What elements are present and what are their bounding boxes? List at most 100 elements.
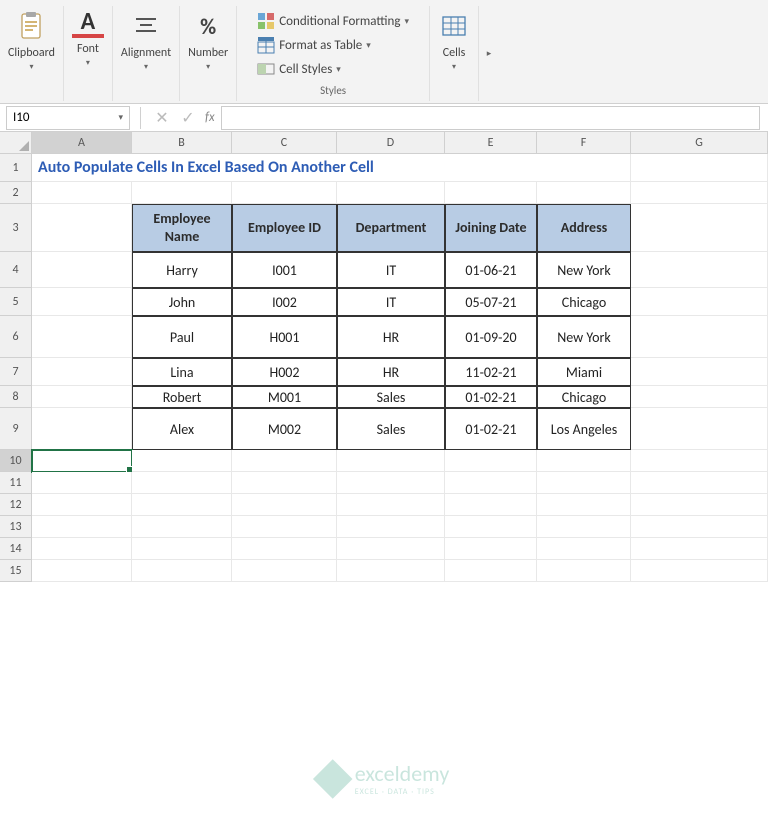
col-header-e[interactable]: E <box>445 132 537 154</box>
table-cell[interactable]: M001 <box>232 386 337 408</box>
col-header-b[interactable]: B <box>132 132 232 154</box>
row-header-8[interactable]: 8 <box>0 386 32 408</box>
row-header-11[interactable]: 11 <box>0 472 32 494</box>
cell[interactable] <box>232 472 337 494</box>
row-header-3[interactable]: 3 <box>0 204 32 252</box>
row-header-4[interactable]: 4 <box>0 252 32 288</box>
accept-formula-button[interactable]: ✓ <box>179 108 197 128</box>
col-header-g[interactable]: G <box>631 132 768 154</box>
table-cell[interactable]: New York <box>537 252 631 288</box>
cell[interactable] <box>32 252 132 288</box>
table-cell[interactable]: 01-09-20 <box>445 316 537 358</box>
cancel-formula-button[interactable]: ✕ <box>153 108 171 128</box>
col-header-f[interactable]: F <box>537 132 631 154</box>
table-cell[interactable]: H001 <box>232 316 337 358</box>
cell[interactable] <box>32 538 132 560</box>
table-cell[interactable]: H002 <box>232 358 337 386</box>
table-cell[interactable]: John <box>132 288 232 316</box>
table-cell[interactable]: Chicago <box>537 288 631 316</box>
cell[interactable] <box>232 560 337 582</box>
table-cell[interactable]: Los Angeles <box>537 408 631 450</box>
cell[interactable] <box>537 516 631 538</box>
cell[interactable] <box>631 358 768 386</box>
table-cell[interactable]: 01-06-21 <box>445 252 537 288</box>
table-cell[interactable]: 01-02-21 <box>445 408 537 450</box>
table-cell[interactable]: M002 <box>232 408 337 450</box>
cell[interactable] <box>337 560 445 582</box>
title-cell[interactable]: Auto Populate Cells In Excel Based On An… <box>32 154 631 182</box>
table-cell[interactable]: Sales <box>337 386 445 408</box>
cell[interactable] <box>631 252 768 288</box>
table-cell[interactable]: Alex <box>132 408 232 450</box>
cell[interactable] <box>445 182 537 204</box>
cell[interactable] <box>445 494 537 516</box>
table-cell[interactable]: HR <box>337 316 445 358</box>
cell[interactable] <box>631 450 768 472</box>
table-cell[interactable]: 05-07-21 <box>445 288 537 316</box>
cell[interactable] <box>32 472 132 494</box>
cell[interactable] <box>537 450 631 472</box>
row-header-13[interactable]: 13 <box>0 516 32 538</box>
table-cell[interactable]: Chicago <box>537 386 631 408</box>
cell[interactable] <box>337 182 445 204</box>
cell[interactable] <box>32 204 132 252</box>
cell[interactable] <box>537 182 631 204</box>
cell[interactable] <box>32 288 132 316</box>
cell[interactable] <box>337 472 445 494</box>
cell[interactable] <box>32 494 132 516</box>
format-as-table-button[interactable]: Format as Table ▾ <box>253 34 413 56</box>
row-header-7[interactable]: 7 <box>0 358 32 386</box>
table-cell[interactable]: Paul <box>132 316 232 358</box>
cell[interactable] <box>631 494 768 516</box>
cell[interactable] <box>631 204 768 252</box>
cells-button[interactable]: Cells ▾ <box>438 6 470 76</box>
cell[interactable] <box>132 516 232 538</box>
cell[interactable] <box>337 516 445 538</box>
table-cell[interactable]: HR <box>337 358 445 386</box>
row-header-14[interactable]: 14 <box>0 538 32 560</box>
cell[interactable] <box>232 182 337 204</box>
cell[interactable] <box>631 182 768 204</box>
alignment-button[interactable]: Alignment ▾ <box>121 6 171 76</box>
ribbon-more-button[interactable]: ▸ <box>479 6 499 101</box>
cell[interactable] <box>631 154 768 182</box>
table-cell[interactable]: I002 <box>232 288 337 316</box>
table-cell[interactable]: 01-02-21 <box>445 386 537 408</box>
table-header[interactable]: Employee Name <box>132 204 232 252</box>
table-header[interactable]: Address <box>537 204 631 252</box>
col-header-a[interactable]: A <box>32 132 132 154</box>
clipboard-button[interactable]: Clipboard ▾ <box>8 6 55 76</box>
cell[interactable] <box>631 516 768 538</box>
formula-input[interactable] <box>221 106 760 130</box>
cell[interactable] <box>537 560 631 582</box>
table-header[interactable]: Department <box>337 204 445 252</box>
table-cell[interactable]: IT <box>337 288 445 316</box>
table-header[interactable]: Joining Date <box>445 204 537 252</box>
table-cell[interactable]: IT <box>337 252 445 288</box>
row-header-1[interactable]: 1 <box>0 154 32 182</box>
cell[interactable] <box>132 450 232 472</box>
table-cell[interactable]: Lina <box>132 358 232 386</box>
row-header-2[interactable]: 2 <box>0 182 32 204</box>
col-header-c[interactable]: C <box>232 132 337 154</box>
cell[interactable] <box>537 472 631 494</box>
number-button[interactable]: % Number ▾ <box>188 6 228 76</box>
row-header-12[interactable]: 12 <box>0 494 32 516</box>
cell[interactable] <box>445 538 537 560</box>
cell[interactable] <box>232 516 337 538</box>
table-cell[interactable]: Sales <box>337 408 445 450</box>
cell[interactable] <box>32 316 132 358</box>
col-header-d[interactable]: D <box>337 132 445 154</box>
cell[interactable] <box>631 386 768 408</box>
cell[interactable] <box>445 560 537 582</box>
table-cell[interactable]: New York <box>537 316 631 358</box>
cell[interactable] <box>631 408 768 450</box>
table-cell[interactable]: 11-02-21 <box>445 358 537 386</box>
chevron-down-icon[interactable]: ▾ <box>118 112 123 123</box>
table-cell[interactable]: Harry <box>132 252 232 288</box>
cell[interactable] <box>631 538 768 560</box>
cell[interactable] <box>32 358 132 386</box>
cell[interactable] <box>132 472 232 494</box>
cell[interactable] <box>32 408 132 450</box>
cell[interactable] <box>132 182 232 204</box>
